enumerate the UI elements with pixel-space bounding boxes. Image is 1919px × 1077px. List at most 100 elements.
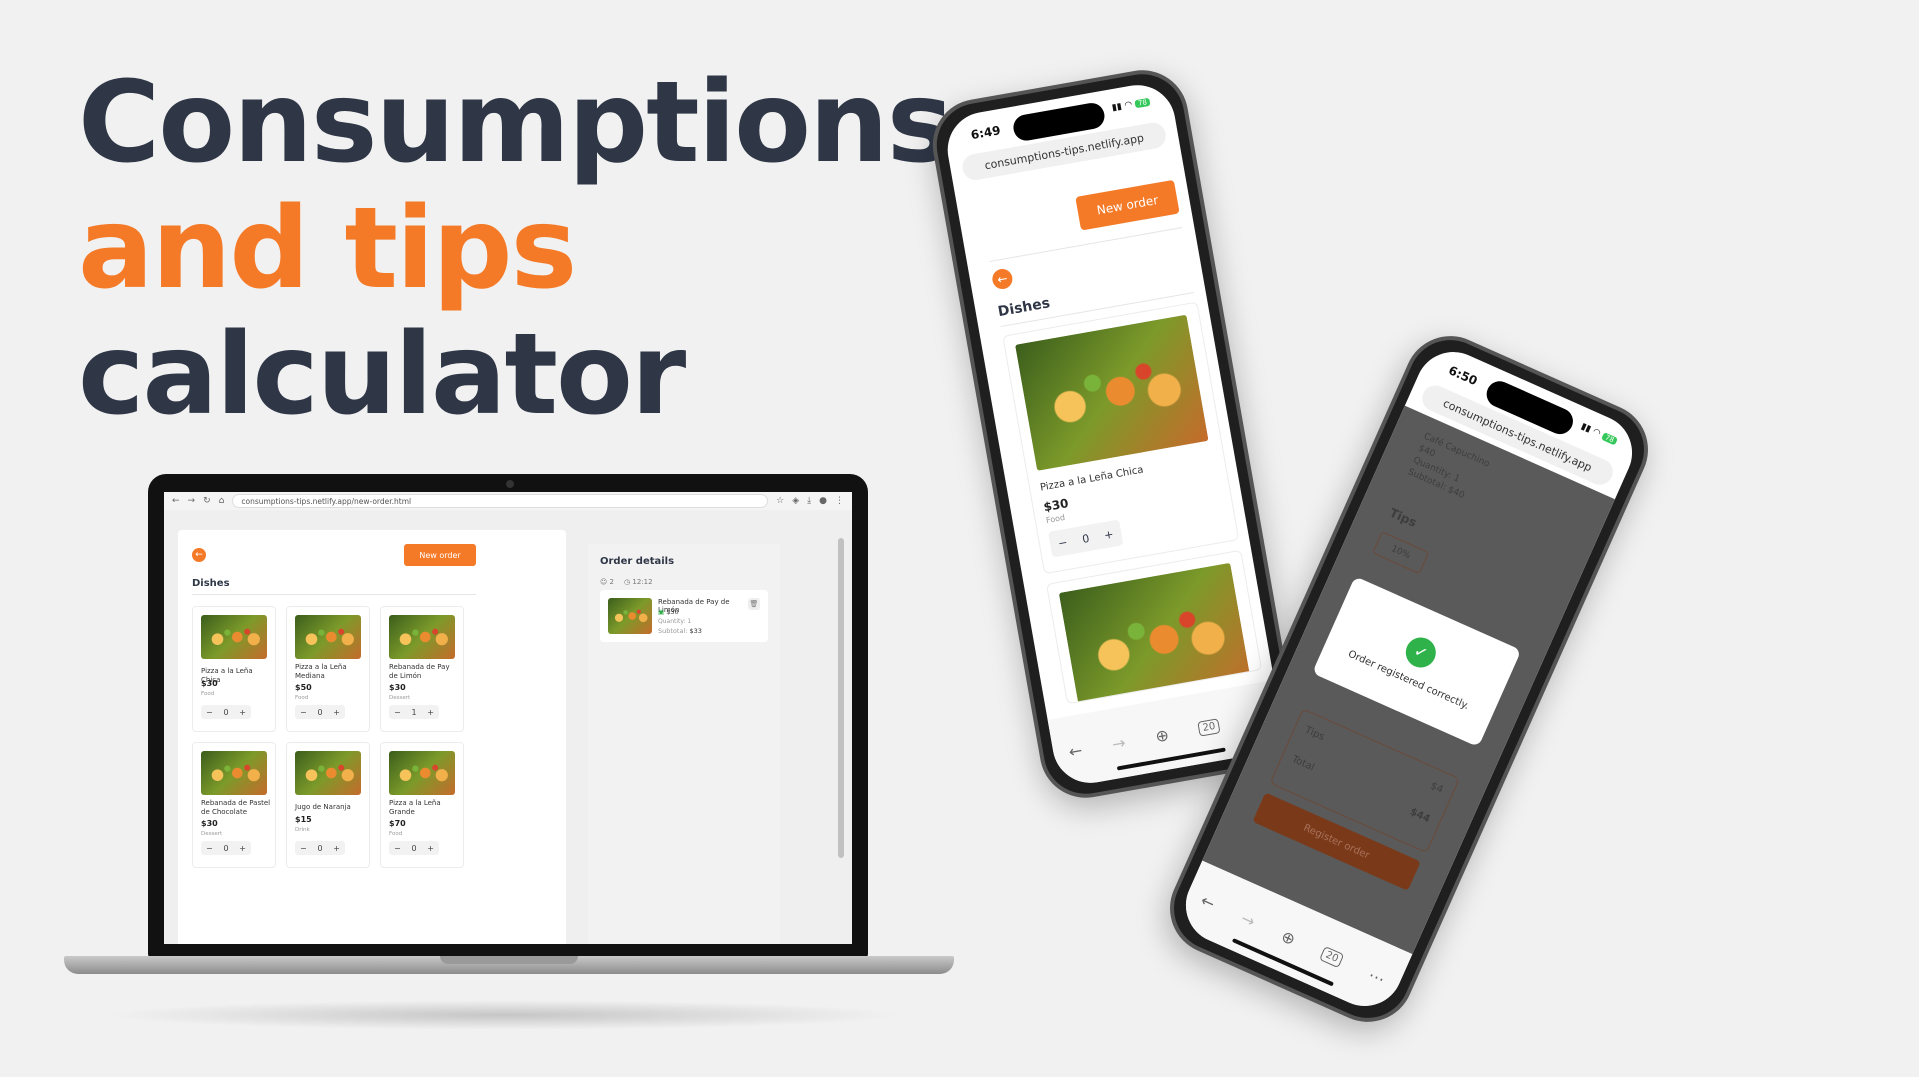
back-arrow-icon[interactable]: ← [1067,740,1084,761]
laptop-shadow [104,1000,904,1030]
profile-icon[interactable]: ● [819,496,827,506]
download-icon[interactable]: ⤓ [807,496,811,506]
quantity-value: 0 [223,843,229,853]
dish-category: Food [295,695,309,701]
dish-name: Pizza a la Leña Grande [389,799,441,816]
tabs-count[interactable]: 20 [1197,717,1221,737]
signal-icon: ▮▮ [1111,101,1123,114]
order-item: Café Capuchino $40 Quantity: 1 Subtotal:… [1405,431,1491,507]
dish-image [1015,314,1209,471]
minus-button[interactable]: − [394,708,401,717]
dish-category: Dessert [389,695,411,701]
minus-button[interactable]: − [206,708,213,717]
wifi-icon: ◠ [1590,426,1603,440]
battery-indicator: 78 [1601,432,1619,446]
dish-price: $70 [389,819,406,828]
status-icons: ▮▮ ◠ 78 [1111,97,1151,114]
quantity-stepper: − 0 + [295,841,345,855]
plus-button[interactable]: + [1103,527,1114,541]
more-icon[interactable]: ⋯ [1366,965,1388,989]
new-order-button[interactable]: New order [404,544,476,566]
back-arrow-icon: ← [195,550,203,560]
dish-price: $15 [295,815,312,824]
extension-icon[interactable]: ◈ [792,496,799,506]
forward-arrow-icon[interactable]: → [1238,908,1258,931]
back-button[interactable]: ← [990,267,1014,291]
order-details-title: Order details [600,556,675,567]
quantity-value: 0 [411,843,417,853]
new-order-button[interactable]: New order [1075,179,1180,231]
plus-button[interactable]: + [333,708,340,717]
plus-button[interactable]: + [333,844,340,853]
dish-image [295,751,361,795]
dish-price: $30 [201,819,218,828]
tip-option[interactable]: 10% [1372,531,1430,575]
plus-button[interactable]: + [239,708,246,717]
dish-name: Pizza a la Leña Chica [1039,464,1145,494]
hero-line-2: and tips [78,184,577,314]
table-count: ☺ 2 [600,578,614,586]
dish-category: Drink [295,827,310,833]
success-modal: ✓ Order registered correctly. [1312,576,1522,748]
minus-button[interactable]: − [394,844,401,853]
hero-line-3: calculator [78,310,686,440]
back-button[interactable]: ← [192,548,206,562]
forward-arrow-icon[interactable]: → [1110,732,1127,753]
back-arrow-icon[interactable]: ← [1198,890,1218,913]
tips-value: $4 [1428,780,1445,796]
dish-card [1046,549,1263,705]
address-text: consumptions-tips.netlify.app/new-order.… [241,496,412,506]
dish-price: $50 [295,683,312,692]
people-icon: ☺ [600,578,608,586]
phone-1: 6:49 ▮▮ ◠ 78 consumptions-tips.netlify.a… [925,62,1303,806]
total-label: Total [1290,753,1316,774]
forward-arrow-icon[interactable]: → [188,496,196,506]
trash-icon: 🗑 [749,600,759,608]
dish-name: Pizza a la Leña Mediana [295,663,347,680]
minus-button[interactable]: − [300,844,307,853]
minus-button[interactable]: − [1057,535,1068,549]
quantity-value: 0 [317,707,323,717]
quantity-value: 0 [317,843,323,853]
plus-button[interactable]: + [239,844,246,853]
plus-button[interactable]: + [427,844,434,853]
divider [989,227,1183,263]
dish-category: Food [201,691,215,697]
dish-card: Jugo de Naranja $15 Drink − 0 + [286,742,370,868]
quantity-stepper: − 1 + [389,705,439,719]
minus-button[interactable]: − [300,708,307,717]
scrollbar[interactable] [838,538,844,858]
order-time-value: 12:12 [632,578,653,586]
new-tab-icon[interactable]: ⊕ [1154,725,1171,746]
minus-button[interactable]: − [206,844,213,853]
order-meta: ☺ 2 ◷ 12:12 [600,578,653,586]
wifi-icon: ◠ [1123,99,1134,112]
plus-button[interactable]: + [427,708,434,717]
battery-indicator: 78 [1134,97,1151,109]
tabs-count[interactable]: 20 [1319,945,1345,968]
star-icon[interactable]: ☆ [776,496,784,506]
tips-title: Tips [1387,505,1419,530]
delete-button[interactable]: 🗑 [748,598,760,610]
new-tab-icon[interactable]: ⊕ [1279,926,1299,949]
quantity-stepper: −0 + [1048,519,1124,558]
order-item-subtotal: Subtotal: $33 [658,627,702,635]
address-bar[interactable]: consumptions-tips.netlify.app/new-order.… [232,494,769,508]
address-text: consumptions-tips.netlify.app [983,130,1145,172]
dish-card: Rebanada de Pastel de Chocolate $30 Dess… [192,742,276,868]
dish-price: $30 [1042,496,1070,515]
clock-icon: ◷ [624,578,631,586]
order-item: Rebanada de Pay de Limón ▣ $30 Quantity:… [600,590,768,642]
dish-image [389,615,455,659]
menu-dots-icon[interactable]: ⋮ [835,496,844,506]
dish-card: Pizza a la Leña Mediana $50 Food − 0 + [286,606,370,732]
laptop-screen: ← → ↻ ⌂ consumptions-tips.netlify.app/ne… [164,492,852,944]
back-arrow-icon[interactable]: ← [172,496,180,506]
reload-icon[interactable]: ↻ [203,496,211,506]
subtotal-value: $33 [689,627,702,635]
hero-title: Consumptions and tips calculator [78,60,953,440]
dish-category: Dessert [201,831,223,837]
home-icon[interactable]: ⌂ [219,496,225,506]
quantity-stepper: − 0 + [201,841,251,855]
dish-card: Pizza a la Leña Chica $30 Food −0 + [192,606,276,732]
